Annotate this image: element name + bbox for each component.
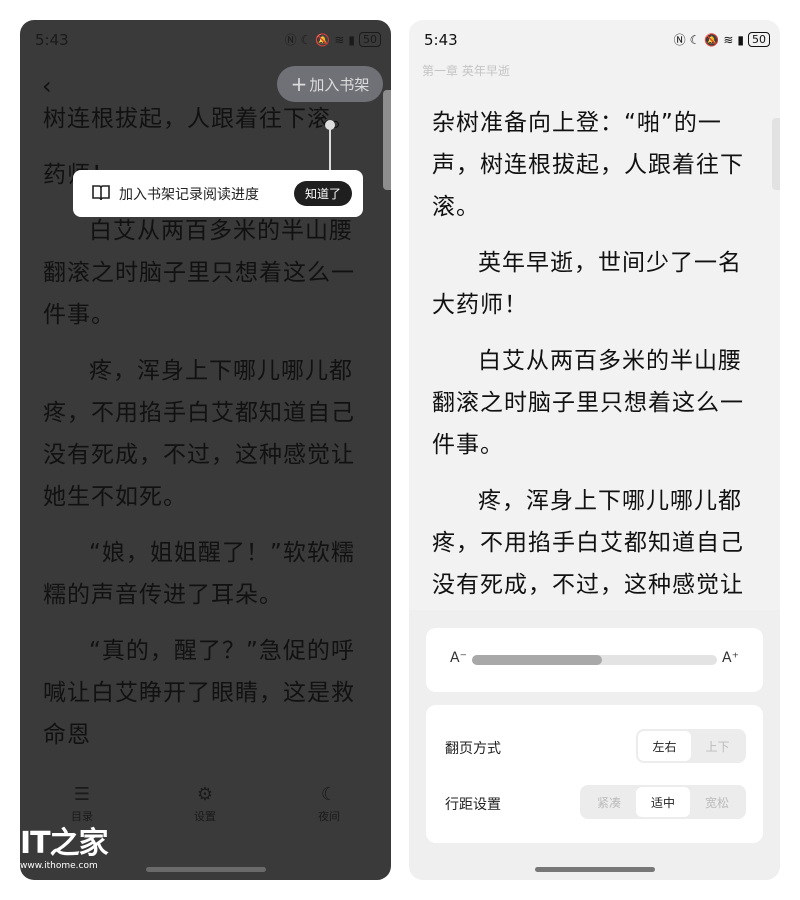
page-turn-option[interactable]: 左右 xyxy=(638,731,691,761)
status-bar: 5:43 Ⓝ ☾ 🔕 ≋ ▮ 50 xyxy=(409,20,780,58)
status-icons: Ⓝ ☾ 🔕 ≋ ▮ 50 xyxy=(674,31,770,48)
shelf-tooltip: 加入书架记录阅读进度 知道了 xyxy=(73,170,363,217)
gear-icon: ⚙ xyxy=(196,784,214,805)
tooltip-pointer-line xyxy=(329,128,331,170)
watermark: IT之家 www.ithome.com xyxy=(20,826,115,872)
page-turn-selector: 左右 上下 xyxy=(636,729,746,763)
scroll-handle[interactable] xyxy=(383,90,391,190)
paragraph: 白艾从两百多米的半山腰翻滚之时脑子里只想着这么一件事。 xyxy=(432,348,744,458)
status-icons: Ⓝ ☾ 🔕 ≋ ▮ 50 xyxy=(285,31,381,48)
paragraph: 白艾从两百多米的半山腰翻滚之时脑子里只想着这么一件事。 xyxy=(43,218,355,328)
moon-icon: ☾ xyxy=(300,32,312,47)
status-time: 5:43 xyxy=(35,31,69,49)
status-time: 5:43 xyxy=(424,31,458,49)
nav-settings[interactable]: ⚙ 设置 xyxy=(175,782,235,824)
nav-contents-label: 目录 xyxy=(71,810,93,823)
line-spacing-label: 行距设置 xyxy=(445,797,501,813)
chapter-title: 第一章 英年早逝 xyxy=(422,64,510,78)
wifi-icon: ≋ xyxy=(723,32,734,47)
home-indicator[interactable] xyxy=(534,867,655,872)
battery-saver-icon: ▮ xyxy=(348,32,355,47)
font-smaller-button[interactable]: A⁻ xyxy=(450,650,467,666)
paragraph: “真的，醒了？”急促的呼喊让白艾睁开了眼睛，这是救命恩 xyxy=(43,638,355,748)
watermark-logo: IT之家 xyxy=(20,826,109,861)
add-to-shelf-label: 加入书架 xyxy=(309,75,370,94)
nav-settings-label: 设置 xyxy=(194,810,216,823)
paragraph: 树连根拔起，人跟着往下滚。 xyxy=(43,106,355,132)
battery-icon: 50 xyxy=(359,32,381,47)
add-to-shelf-button[interactable]: + 加入书架 xyxy=(277,66,383,102)
mute-icon: 🔕 xyxy=(704,32,720,47)
line-spacing-option[interactable]: 紧凑 xyxy=(582,787,636,817)
nav-night-label: 夜间 xyxy=(318,810,340,823)
page-turn-option[interactable]: 上下 xyxy=(691,731,744,761)
paragraph: 疼，浑身上下哪儿哪儿都疼，不用掐手白艾都知道自己没有死成，不过，这种感觉让她生不… xyxy=(43,358,355,510)
reader-settings-panel: A⁻ A⁺ 翻页方式 左右 上下 行距设置 紧凑 适中 宽松 xyxy=(409,610,780,880)
home-indicator[interactable] xyxy=(145,867,266,872)
got-it-button[interactable]: 知道了 xyxy=(294,181,352,206)
line-spacing-option[interactable]: 宽松 xyxy=(690,787,744,817)
scroll-handle[interactable] xyxy=(772,118,780,190)
mute-icon: 🔕 xyxy=(315,32,331,47)
line-spacing-option[interactable]: 适中 xyxy=(636,787,690,817)
font-size-card: A⁻ A⁺ xyxy=(426,628,763,692)
paragraph: 英年早逝，世间少了一名大药师！ xyxy=(432,250,742,318)
line-spacing-selector: 紧凑 适中 宽松 xyxy=(580,785,746,819)
nfc-icon: Ⓝ xyxy=(673,33,686,47)
nfc-icon: Ⓝ xyxy=(284,33,297,47)
watermark-url: www.ithome.com xyxy=(20,861,98,871)
moon-icon: ☾ xyxy=(689,32,701,47)
page-turn-label: 翻页方式 xyxy=(445,741,501,757)
plus-icon: + xyxy=(290,72,308,96)
back-icon[interactable]: ‹ xyxy=(42,72,52,100)
status-bar: 5:43 Ⓝ ☾ 🔕 ≋ ▮ 50 xyxy=(20,20,391,58)
layout-card: 翻页方式 左右 上下 行距设置 紧凑 适中 宽松 xyxy=(426,705,763,843)
font-size-slider-fill xyxy=(472,655,602,665)
paragraph: 杂树准备向上登：“啪”的一声，树连根拔起，人跟着往下滚。 xyxy=(432,110,744,220)
battery-icon: 50 xyxy=(748,32,770,47)
contents-icon: ☰ xyxy=(73,784,91,805)
moon-icon: ☾ xyxy=(320,784,338,805)
tooltip-text: 加入书架记录阅读进度 xyxy=(119,187,259,203)
nav-contents[interactable]: ☰ 目录 xyxy=(52,782,112,824)
reader-screen-right: 5:43 Ⓝ ☾ 🔕 ≋ ▮ 50 第一章 英年早逝 杂树准备向上登：“啪”的一… xyxy=(409,20,780,880)
reader-screen-left: 5:43 Ⓝ ☾ 🔕 ≋ ▮ 50 树连根拔起，人跟着往下滚。 药师！ 白艾从两… xyxy=(20,20,391,880)
book-icon xyxy=(92,185,110,201)
paragraph: “娘，姐姐醒了！”软软糯糯的声音传进了耳朵。 xyxy=(43,540,355,608)
font-larger-button[interactable]: A⁺ xyxy=(722,650,739,666)
font-size-slider[interactable] xyxy=(472,655,717,665)
battery-saver-icon: ▮ xyxy=(737,32,744,47)
nav-night[interactable]: ☾ 夜间 xyxy=(299,782,359,824)
wifi-icon: ≋ xyxy=(334,32,345,47)
reading-text: 杂树准备向上登：“啪”的一声，树连根拔起，人跟着往下滚。 英年早逝，世间少了一名… xyxy=(432,102,757,662)
